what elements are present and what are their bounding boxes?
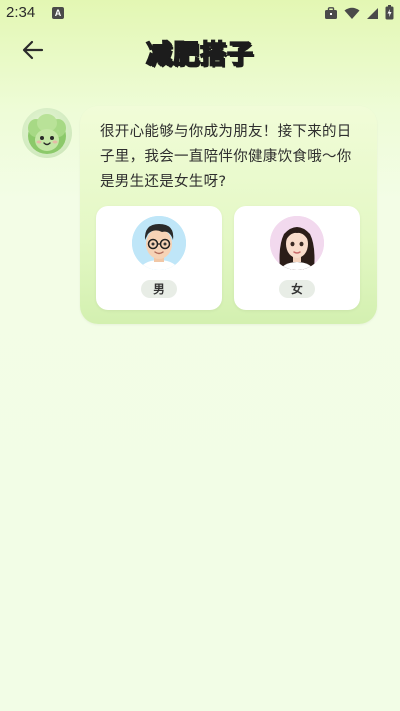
title-part-2: 搭子 xyxy=(199,39,255,71)
title-part-1: 减肥 xyxy=(145,39,200,71)
status-time: 2:34 xyxy=(6,4,36,21)
gender-option-female[interactable]: 女 xyxy=(234,206,360,310)
battery-icon xyxy=(385,5,394,24)
bot-avatar xyxy=(22,108,72,158)
notification-badge-icon: A xyxy=(52,7,64,19)
gender-label-female: 女 xyxy=(279,280,315,298)
chat-message: 很开心能够与你成为朋友！接下来的日子里，我会一直陪伴你健康饮食哦～你是男生还是女… xyxy=(100,124,352,190)
page-title: 减肥搭子 xyxy=(0,34,400,71)
briefcase-icon xyxy=(324,5,338,24)
boy-avatar-icon xyxy=(132,216,186,270)
top-bar: 减肥搭子 xyxy=(0,28,400,72)
status-bar: 2:34 A xyxy=(0,0,400,28)
status-icons xyxy=(324,5,394,24)
gender-option-male[interactable]: 男 xyxy=(96,206,222,310)
gender-label-male: 男 xyxy=(141,280,177,298)
signal-icon xyxy=(366,5,379,24)
girl-avatar-icon xyxy=(270,216,324,270)
chat-bubble: 很开心能够与你成为朋友！接下来的日子里，我会一直陪伴你健康饮食哦～你是男生还是女… xyxy=(80,106,377,324)
lettuce-mascot-icon xyxy=(28,114,66,154)
wifi-icon xyxy=(344,5,360,24)
